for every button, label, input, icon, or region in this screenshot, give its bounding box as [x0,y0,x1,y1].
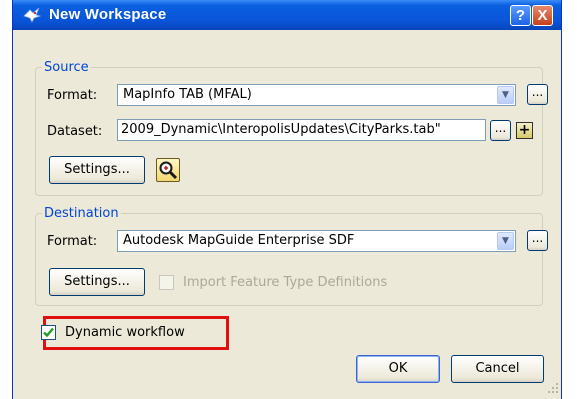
cancel-button[interactable]: Cancel [451,355,544,383]
help-button[interactable]: ? [510,5,531,26]
magnifier-icon [159,161,178,180]
destination-format-value: Autodesk MapGuide Enterprise SDF [123,233,355,248]
destination-format-dropdown-arrow[interactable]: ▼ [497,232,514,250]
source-legend: Source [44,60,89,75]
destination-settings-button[interactable]: Settings... [49,268,145,296]
import-feature-types-label: Import Feature Type Definitions [183,275,388,290]
workspace-app-icon [23,7,41,23]
source-format-label: Format: [47,88,98,103]
destination-legend: Destination [44,206,119,221]
close-button[interactable]: X [532,5,553,26]
parameters-search-icon[interactable] [156,158,180,182]
resize-grip-icon[interactable] [547,382,559,394]
source-format-dropdown-arrow[interactable]: ▼ [497,86,514,104]
window-title: New Workspace [49,6,167,23]
source-format-dropdown[interactable]: MapInfo TAB (MFAL) [117,84,516,106]
dataset-field[interactable]: 2009_Dynamic\InteropolisUpdates\CityPark… [117,119,486,141]
help-icon: ? [515,7,526,24]
close-icon: X [537,7,548,24]
source-format-browse-button[interactable]: ... [527,84,548,105]
check-icon [43,327,54,338]
chevron-down-icon: ▼ [502,90,509,100]
source-format-value: MapInfo TAB (MFAL) [123,87,252,102]
source-settings-button[interactable]: Settings... [49,156,145,184]
destination-format-browse-button[interactable]: ... [527,230,548,251]
dataset-value: 2009_Dynamic\InteropolisUpdates\CityPark… [121,122,441,137]
dynamic-workflow-label: Dynamic workflow [65,325,185,340]
new-workspace-dialog: New Workspace ? X Source Format: MapInfo… [12,0,562,399]
title-bar[interactable]: New Workspace ? X [13,0,561,30]
add-dataset-plus-icon[interactable]: + [516,122,533,139]
import-feature-types-checkbox[interactable] [159,275,174,290]
dynamic-workflow-checkbox[interactable] [41,325,56,340]
destination-format-label: Format: [47,234,98,249]
dataset-label: Dataset: [47,124,103,139]
destination-format-dropdown[interactable]: Autodesk MapGuide Enterprise SDF [117,230,516,252]
ok-button[interactable]: OK [356,355,440,383]
chevron-down-icon: ▼ [502,236,509,246]
dataset-browse-button[interactable]: ... [490,120,511,141]
